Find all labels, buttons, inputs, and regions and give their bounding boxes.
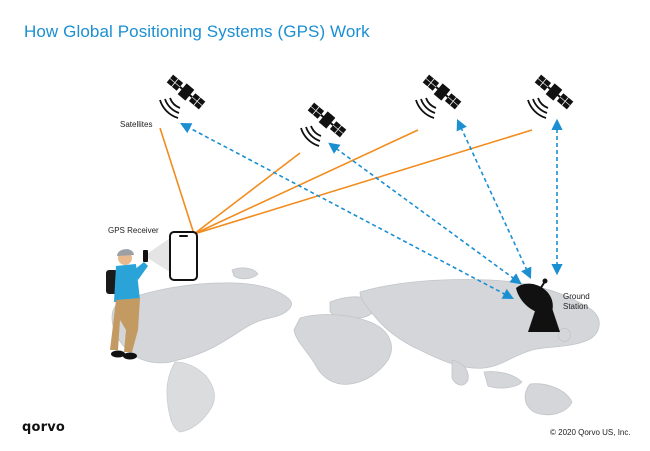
- signal-line-satellite-3: [193, 129, 419, 235]
- signal-waves-icon: [415, 97, 437, 119]
- ground-station-label-line1: Ground: [563, 292, 590, 301]
- signal-line-satellite-4: [193, 129, 533, 235]
- link-satellite-3: [456, 118, 532, 280]
- ground-station-label-line2: Station: [563, 302, 588, 311]
- gps-receiver-label: GPS Receiver: [108, 226, 159, 235]
- copyright-text: © 2020 Qorvo US, Inc.: [550, 428, 631, 437]
- signal-waves-icon: [300, 125, 322, 147]
- link-satellite-1: [180, 122, 514, 300]
- satellite-icon: [420, 72, 464, 112]
- satellite-icon: [305, 100, 349, 140]
- gps-diagram: [106, 72, 600, 433]
- link-satellite-2: [328, 142, 522, 285]
- signal-waves-icon: [527, 97, 549, 119]
- satellite-4: [527, 72, 576, 119]
- signal-lines: [159, 127, 533, 235]
- satellite-1: [159, 72, 208, 119]
- page-title: How Global Positioning Systems (GPS) Wor…: [24, 22, 370, 41]
- satellite-icon: [532, 72, 576, 112]
- satellite-2: [300, 100, 349, 147]
- qorvo-logo: qorvo: [22, 420, 66, 435]
- satellite-icon: [164, 72, 208, 112]
- signal-line-satellite-2: [193, 152, 301, 235]
- signal-line-satellite-1: [159, 127, 195, 235]
- smartphone-icon: [169, 231, 198, 281]
- satellite-3: [415, 72, 464, 119]
- signal-waves-icon: [159, 97, 181, 119]
- satellites-label: Satellites: [120, 120, 153, 129]
